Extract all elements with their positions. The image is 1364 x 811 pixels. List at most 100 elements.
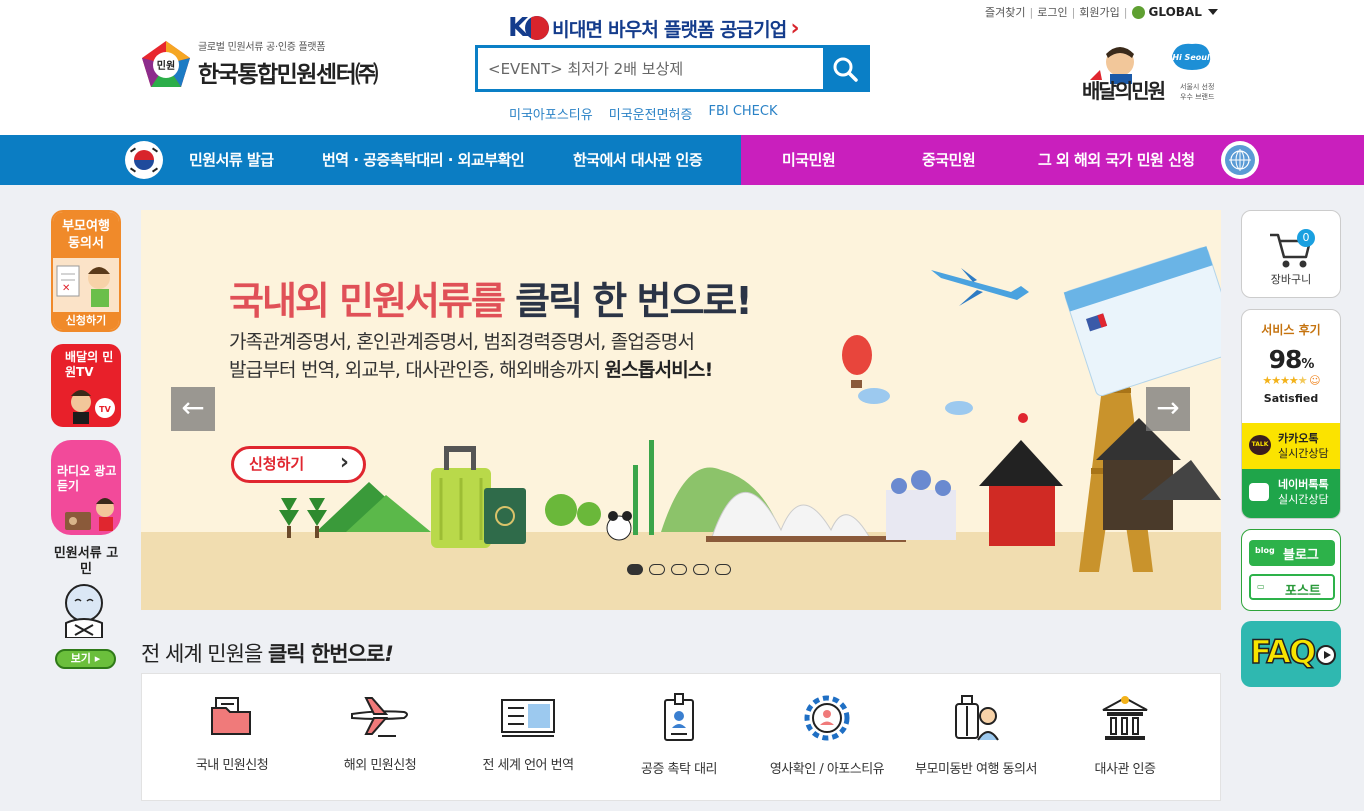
nav-item-other-countries[interactable]: 그 외 해외 국가 민원 신청 — [1038, 135, 1195, 185]
brand-name: 배달의민원 — [1082, 79, 1165, 103]
service-label: 부모미동반 여행 동의서 — [915, 762, 1037, 777]
brand-sub-2: 우수 브랜드 — [1180, 92, 1215, 101]
caret-down-icon[interactable] — [1207, 9, 1218, 15]
review-percent: 98 — [1268, 345, 1303, 374]
gear-person-icon — [804, 695, 850, 741]
translation-icon — [501, 699, 555, 737]
bookmark-link[interactable]: 즐겨찾기 — [985, 4, 1025, 20]
service-notary[interactable]: 공증 촉탁 대리 — [604, 692, 754, 777]
radio-ad-card[interactable]: 라디오 광고듣기 — [51, 440, 121, 535]
banner-description: 가족관계증명서, 혼인관계증명서, 범죄경력증명서, 졸업증명서 발급부터 번역… — [229, 328, 714, 384]
radio-ad-title: 라디오 광고듣기 — [57, 464, 117, 493]
service-label: 대사관 인증 — [1094, 762, 1156, 777]
service-translation[interactable]: 전 세계 언어 번역 — [453, 692, 603, 773]
review-score: 98% — [1242, 345, 1340, 374]
review-percent-unit: % — [1301, 357, 1314, 372]
faq-label: FAQ — [1249, 632, 1317, 672]
signup-link[interactable]: 회원가입 — [1079, 4, 1119, 20]
star-rating-icon: ★★★★★ ☺ — [1262, 374, 1320, 387]
service-overseas[interactable]: 해외 민원신청 — [305, 692, 455, 773]
review-title: 서비스 후기 — [1261, 323, 1321, 337]
service-embassy[interactable]: 대사관 인증 — [1050, 692, 1200, 777]
hero-banner: 국내외 민원서류를 클릭 한 번으로! 가족관계증명서, 혼인관계증명서, 범죄… — [141, 210, 1221, 610]
post-icon: ▭ — [1257, 582, 1265, 591]
parental-consent-card[interactable]: 부모여행 동의서 ✕ 신청하기 — [51, 210, 121, 332]
nav-item-translation[interactable]: 번역 · 공증촉탁대리 · 외교부확인 — [322, 135, 525, 185]
banner-desc-highlight: 원스톱서비스! — [604, 359, 714, 381]
search-input[interactable] — [478, 48, 823, 89]
divider: | — [1071, 5, 1076, 19]
embassy-icon — [1102, 696, 1148, 740]
quick-link-fbi-check[interactable]: FBI CHECK — [708, 104, 777, 123]
post-label: 포스트 — [1285, 584, 1321, 599]
logo-title: 한국통합민원센터㈜ — [198, 62, 378, 88]
voucher-banner-link[interactable]: K 비대면 바우처 플랫폼 공급기업 › — [508, 13, 800, 43]
banner-dot[interactable] — [627, 564, 643, 575]
banner-next-arrow-icon[interactable]: → — [1146, 387, 1190, 431]
document-worry-title: 민원서류 고민 — [53, 546, 119, 577]
global-dropdown[interactable]: GLOBAL — [1149, 5, 1202, 19]
service-label: 전 세계 언어 번역 — [482, 758, 574, 773]
kakao-chat-button[interactable]: TALK 카카오톡 실시간상담 — [1242, 423, 1340, 469]
post-button[interactable]: ▭ 포스트 — [1249, 574, 1335, 600]
banner-title-accent: 국내외 민원서류를 — [229, 279, 506, 323]
faq-button[interactable]: FAQ — [1241, 621, 1341, 687]
service-label: 국내 민원신청 — [195, 758, 269, 773]
id-badge-icon — [664, 693, 694, 741]
cart-label: 장바구니 — [1270, 273, 1312, 286]
cart-widget[interactable]: 0 장바구니 — [1241, 210, 1341, 298]
search-icon — [833, 57, 858, 82]
nav-item-usa[interactable]: 미국민원 — [782, 135, 836, 185]
minwon-tv-card[interactable]: 배달의 민원TV TV — [51, 344, 121, 427]
header: 즐겨찾기 | 로그인 | 회원가입 | GLOBAL 민원 글로벌 민원서류 공… — [0, 0, 1364, 135]
banner-dot[interactable] — [715, 564, 731, 575]
un-globe-icon — [1221, 141, 1259, 179]
login-link[interactable]: 로그인 — [1037, 4, 1067, 20]
hiseoul-badge: Hi Seoul — [1172, 53, 1210, 62]
naver-talk-label: 네이버톡톡 실시간상담 — [1278, 478, 1329, 506]
korea-flag-icon — [125, 141, 163, 179]
banner-dot[interactable] — [671, 564, 687, 575]
tv-character-icon: TV — [71, 390, 115, 424]
voucher-circle-icon — [525, 16, 550, 40]
worried-character-icon — [65, 584, 103, 638]
nav-item-embassy-korea[interactable]: 한국에서 대사관 인증 — [573, 135, 703, 185]
service-domestic[interactable]: 국내 민원신청 — [157, 692, 307, 773]
search-button[interactable] — [823, 48, 867, 89]
review-label: Satisfied — [1263, 392, 1319, 405]
sns-widget: blog 블로그 ▭ 포스트 — [1241, 529, 1341, 611]
logo-pentagon-icon: 민원 — [142, 40, 190, 87]
review-widget: 서비스 후기 98% ★★★★★ ☺ Satisfied TALK 카카오톡 실시… — [1241, 309, 1341, 519]
logo-badge-text: 민원 — [157, 59, 175, 72]
blog-button[interactable]: blog 블로그 — [1249, 540, 1335, 566]
site-logo[interactable]: 민원 글로벌 민원서류 공·인증 플랫폼 한국통합민원센터㈜ — [140, 38, 378, 89]
blog-icon: blog — [1255, 546, 1275, 555]
parental-consent-apply-button[interactable]: 신청하기 — [53, 312, 119, 330]
globe-icon — [1131, 5, 1145, 19]
view-button-label: 보기 — [70, 652, 91, 665]
banner-desc-line2: 발급부터 번역, 외교부, 대사관인증, 해외배송까지 — [229, 359, 600, 381]
banner-pagination — [627, 564, 731, 575]
airplane-icon — [351, 697, 408, 737]
services-heading-c: ! — [384, 642, 394, 666]
quick-links: 미국아포스티유 미국운전면허증 FBI CHECK — [509, 104, 778, 123]
nav-item-china[interactable]: 중국민원 — [922, 135, 976, 185]
document-worry-view-button[interactable]: 보기 ▸ — [55, 649, 116, 669]
banner-dot[interactable] — [693, 564, 709, 575]
banner-dot[interactable] — [649, 564, 665, 575]
service-apostille[interactable]: 영사확인 / 아포스티유 — [752, 692, 902, 777]
service-travel-consent[interactable]: 부모미동반 여행 동의서 — [901, 692, 1051, 777]
svg-text:✕: ✕ — [62, 283, 70, 294]
banner-desc-line1: 가족관계증명서, 혼인관계증명서, 범죄경력증명서, 졸업증명서 — [229, 331, 695, 353]
services-panel: 국내 민원신청 해외 민원신청 전 세계 언어 번역 공증 촉탁 대리 영사확인… — [141, 673, 1221, 801]
nav-item-domestic[interactable]: 민원서류 발급 — [189, 135, 274, 185]
brand-logo[interactable]: 배달의민원 Hi Seoul 서울시 선정 우수 브랜드 — [1080, 40, 1225, 104]
banner-prev-arrow-icon[interactable]: ← — [171, 387, 215, 431]
quick-link-us-apostille[interactable]: 미국아포스티유 — [509, 104, 593, 123]
play-icon — [1316, 645, 1336, 665]
main-nav: 민원서류 발급 번역 · 공증촉탁대리 · 외교부확인 한국에서 대사관 인증 … — [0, 135, 1364, 185]
utility-links: 즐겨찾기 | 로그인 | 회원가입 | GLOBAL — [985, 4, 1218, 20]
quick-link-us-license[interactable]: 미국운전면허증 — [609, 104, 693, 123]
banner-apply-button[interactable]: 신청하기 — [231, 446, 366, 483]
naver-talk-button[interactable]: 네이버톡톡 실시간상담 — [1242, 469, 1340, 518]
